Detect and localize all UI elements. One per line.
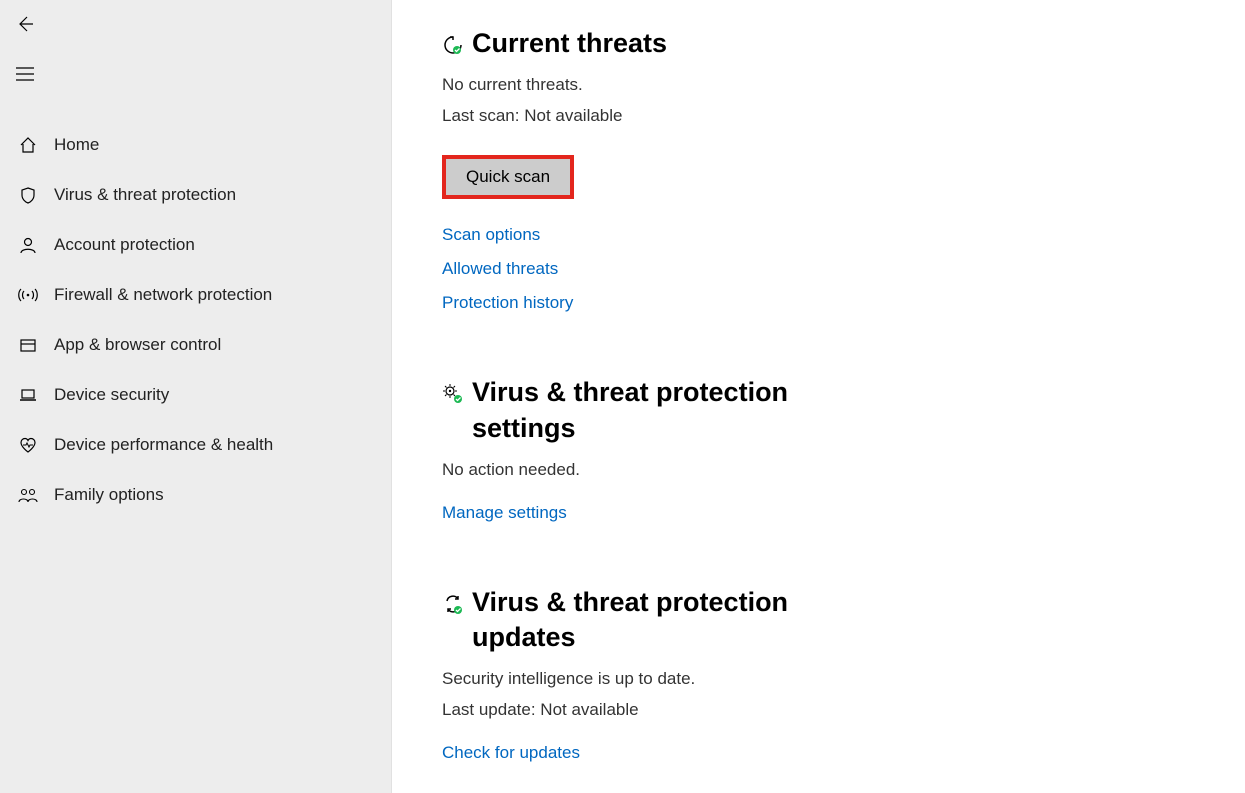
antenna-icon xyxy=(8,285,48,305)
threats-status: No current threats. xyxy=(442,71,862,98)
sidebar-item-virus[interactable]: Virus & threat protection xyxy=(0,170,391,220)
main-content: Current threats No current threats. Last… xyxy=(392,0,1245,793)
sidebar-item-label: App & browser control xyxy=(48,335,221,355)
section-settings: Virus & threat protection settings No ac… xyxy=(442,375,862,522)
sidebar-item-label: Virus & threat protection xyxy=(48,185,236,205)
sidebar-item-label: Family options xyxy=(48,485,164,505)
link-protection-history[interactable]: Protection history xyxy=(442,293,862,313)
last-update: Last update: Not available xyxy=(442,696,862,723)
updates-status: Security intelligence is up to date. xyxy=(442,665,862,692)
sidebar-item-label: Device performance & health xyxy=(48,435,273,455)
link-scan-options[interactable]: Scan options xyxy=(442,225,862,245)
person-icon xyxy=(8,235,48,255)
heart-icon xyxy=(8,435,48,455)
last-scan: Last scan: Not available xyxy=(442,102,862,129)
family-icon xyxy=(8,485,48,505)
home-icon xyxy=(8,135,48,155)
section-title: Current threats xyxy=(472,26,667,61)
updates-icon xyxy=(442,585,472,615)
back-arrow-icon xyxy=(15,14,35,34)
hamburger-icon xyxy=(15,66,35,82)
section-title: Virus & threat protection settings xyxy=(472,375,792,445)
section-title: Virus & threat protection updates xyxy=(472,585,792,655)
settings-status: No action needed. xyxy=(442,456,862,483)
link-allowed-threats[interactable]: Allowed threats xyxy=(442,259,862,279)
sidebar-item-family[interactable]: Family options xyxy=(0,470,391,520)
sidebar-item-performance[interactable]: Device performance & health xyxy=(0,420,391,470)
app-browser-icon xyxy=(8,335,48,355)
settings-icon xyxy=(442,375,472,405)
section-current-threats: Current threats No current threats. Last… xyxy=(442,26,862,313)
nav: Home Virus & threat protection Acco xyxy=(0,120,391,520)
sidebar-item-home[interactable]: Home xyxy=(0,120,391,170)
sidebar-item-label: Home xyxy=(48,135,99,155)
link-manage-settings[interactable]: Manage settings xyxy=(442,503,862,523)
sidebar-item-account[interactable]: Account protection xyxy=(0,220,391,270)
link-check-updates[interactable]: Check for updates xyxy=(442,743,862,763)
sidebar-item-label: Firewall & network protection xyxy=(48,285,272,305)
threats-icon xyxy=(442,26,472,56)
sidebar: Home Virus & threat protection Acco xyxy=(0,0,392,793)
sidebar-item-firewall[interactable]: Firewall & network protection xyxy=(0,270,391,320)
menu-button[interactable] xyxy=(2,56,48,92)
shield-icon xyxy=(8,185,48,205)
sidebar-item-label: Device security xyxy=(48,385,169,405)
quick-scan-button[interactable]: Quick scan xyxy=(446,159,570,195)
sidebar-item-app-browser[interactable]: App & browser control xyxy=(0,320,391,370)
back-button[interactable] xyxy=(2,6,48,42)
section-updates: Virus & threat protection updates Securi… xyxy=(442,585,862,764)
sidebar-item-label: Account protection xyxy=(48,235,195,255)
sidebar-item-device-security[interactable]: Device security xyxy=(0,370,391,420)
laptop-icon xyxy=(8,385,48,405)
